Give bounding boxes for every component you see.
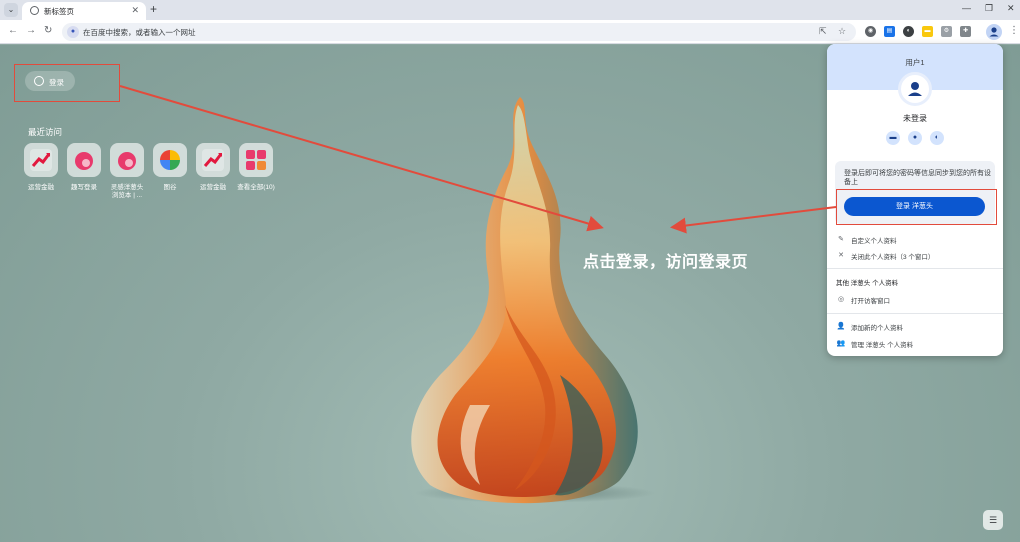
new-tab-button[interactable]: + [150, 2, 157, 16]
shortcut-tile[interactable]: 运营金融 [193, 143, 233, 192]
shortcut-tile[interactable]: 灵感洋葱头 浏览本 | ... [107, 143, 147, 200]
person-icon [989, 27, 999, 37]
profile-button[interactable] [986, 24, 1002, 40]
signin-status: 未登录 [903, 114, 927, 123]
customize-button[interactable]: ☰ [983, 510, 1003, 530]
forward-icon[interactable]: → [26, 25, 36, 36]
chevron-down-icon: ⌄ [7, 5, 15, 14]
close-icon[interactable]: ✕ [131, 5, 139, 16]
annotation-text: 点击登录，访问登录页 [583, 254, 749, 271]
flame-logo-icon [118, 152, 136, 170]
shortcut-tile-view-all[interactable]: 查看全部(10) [236, 143, 276, 192]
avatar [898, 72, 932, 106]
back-icon[interactable]: ← [8, 25, 18, 36]
baidu-search-icon: ● [67, 26, 79, 38]
tab-strip: ⌄ 新标签页 ✕ + — ❐ ✕ [0, 0, 1020, 20]
shortcut-tile[interactable]: 趣写登录 [64, 143, 104, 192]
shortcut-label: 趣写登录 [71, 184, 97, 191]
chart-up-icon [30, 149, 52, 171]
tab-title: 新标签页 [44, 7, 74, 16]
shortcut-tile[interactable]: 图谷 [150, 143, 190, 192]
restore-icon[interactable]: ❐ [985, 3, 993, 14]
tab-new-tab[interactable]: 新标签页 ✕ [22, 2, 146, 20]
flame-logo-icon [75, 152, 93, 170]
reload-icon[interactable]: ↻ [44, 25, 52, 36]
profile-user-label: 用户1 [905, 58, 925, 67]
sync-icon: ◐ [930, 131, 944, 145]
extension-doc-icon[interactable]: ▤ [884, 26, 895, 37]
extension-circle-icon[interactable]: ◐ [903, 26, 914, 37]
shortcut-tile[interactable]: 运营金融 [21, 143, 61, 192]
globe-icon [30, 6, 39, 15]
extension-tool-icon[interactable]: ⚙ [941, 26, 952, 37]
share-icon[interactable]: ⇱ [819, 26, 827, 37]
person-icon [908, 82, 922, 96]
minimize-icon[interactable]: — [962, 3, 971, 13]
highlight-box-signin [14, 64, 120, 102]
bookmark-star-icon[interactable]: ☆ [838, 26, 846, 37]
add-person-icon: 👤 [836, 323, 846, 330]
extensions-puzzle-icon[interactable]: ✚ [960, 26, 971, 37]
device-icon: ▬ [886, 131, 900, 145]
extension-folder-icon[interactable]: ▬ [922, 26, 933, 37]
shortcut-label: 灵感洋葱头 浏览本 | ... [110, 184, 144, 199]
person-icon: ● [908, 131, 922, 145]
sliders-icon: ☰ [988, 515, 998, 525]
promo-text: 登录后即可将您的密码等信息同步到您的所有设备上 [844, 170, 991, 186]
tab-search-button[interactable]: ⌄ [4, 3, 18, 17]
menu-divider [827, 268, 1003, 269]
other-profiles-title: 其他 洋葱头 个人资料 [836, 280, 899, 287]
guest-icon: ◎ [837, 296, 845, 303]
menu-item-label: 管理 洋葱头 个人资料 [851, 342, 914, 349]
menu-divider [827, 313, 1003, 314]
menu-item-label: 自定义个人资料 [851, 238, 897, 245]
chart-up-icon [202, 149, 224, 171]
extension-globe-icon[interactable]: ◉ [865, 26, 876, 37]
address-bar[interactable]: ● 在百度中搜索，或者输入一个网址 ⇱ ☆ [62, 23, 856, 41]
shortcut-label: 查看全部(10) [237, 184, 275, 191]
menu-item-label: 添加新的个人资料 [851, 325, 903, 332]
menu-item-label: 打开访客窗口 [851, 298, 890, 305]
menu-item-label: 关闭此个人资料（3 个窗口） [851, 254, 935, 261]
highlight-box-menu-signin [836, 189, 997, 225]
recent-visits-title: 最近访问 [28, 127, 63, 137]
more-menu-icon[interactable]: ⋮ [1009, 25, 1019, 36]
manage-people-icon: 👥 [836, 340, 846, 347]
shortcut-label: 图谷 [163, 184, 177, 191]
close-icon: ✕ [838, 252, 844, 259]
grid-apps-icon [246, 150, 266, 170]
window-close-icon[interactable]: ✕ [1007, 3, 1015, 14]
pencil-icon: ✎ [838, 236, 844, 243]
shortcut-label: 运营金融 [200, 184, 226, 191]
toolbar: ← → ↻ ● 在百度中搜索，或者输入一个网址 ⇱ ☆ ◉ ▤ ◐ ▬ ⚙ ✚ … [0, 20, 1020, 44]
shortcut-label: 运营金融 [28, 184, 54, 191]
address-bar-placeholder: 在百度中搜索，或者输入一个网址 [83, 28, 196, 37]
colorful-pie-icon [160, 150, 180, 170]
